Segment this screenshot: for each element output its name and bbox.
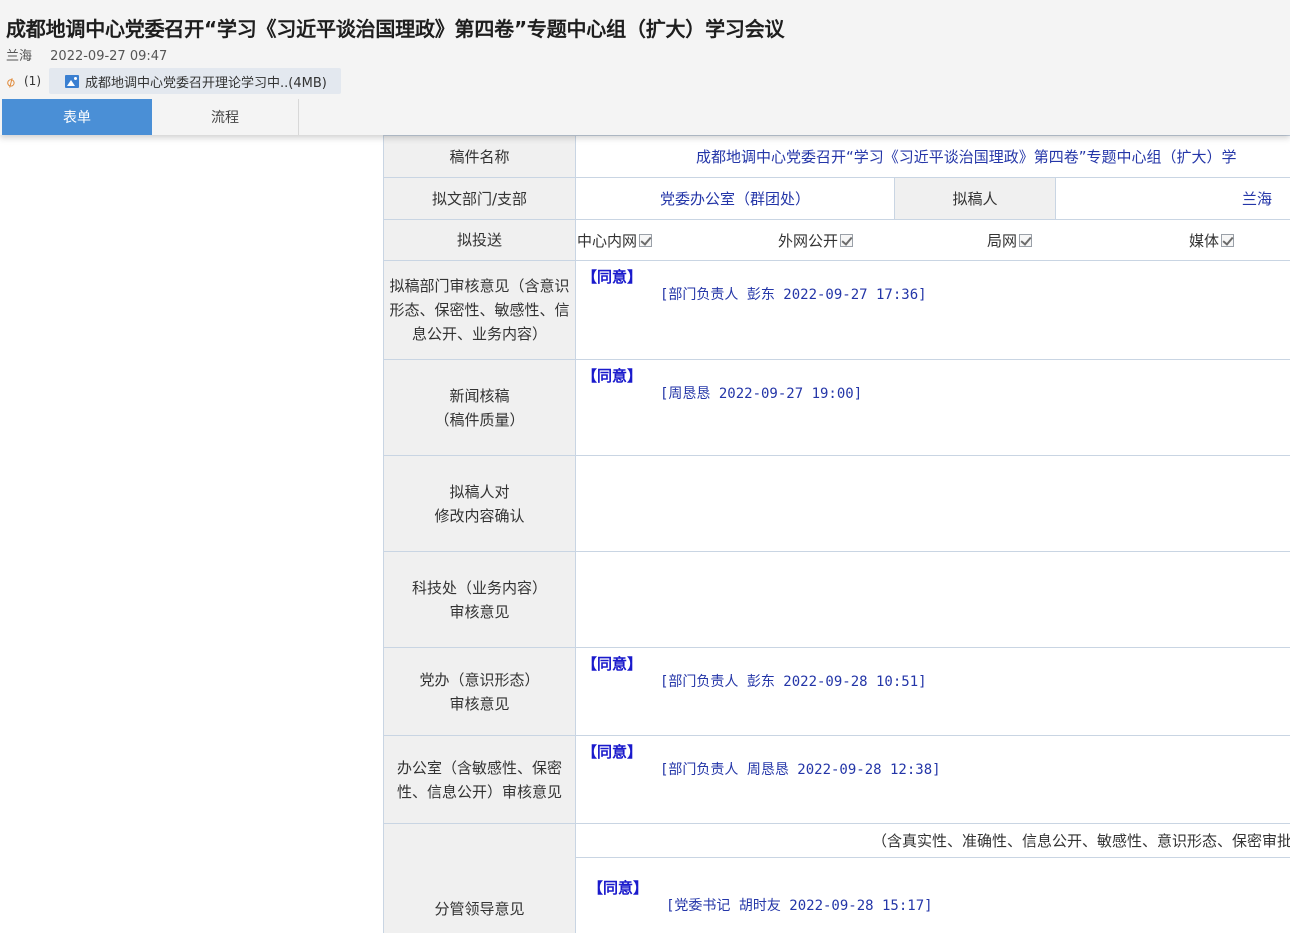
review-tech-opinion	[575, 551, 1290, 648]
department-value: 党委办公室（群团处）	[575, 177, 895, 220]
drafter-confirm-label: 拟稿人对 修改内容确认	[383, 455, 576, 552]
signature: [周恳恳 2022-09-27 19:00]	[660, 385, 863, 402]
signature: [党委书记 胡时友 2022-09-28 15:17]	[666, 897, 933, 914]
signature: [部门负责人 周恳恳 2022-09-28 12:38]	[660, 761, 941, 778]
review-dept-label: 拟稿部门审核意见（含意识形态、保密性、敏感性、信息公开、业务内容）	[383, 260, 576, 360]
document-header: 成都地调中心党委召开“学习《习近平谈治国理政》第四卷”专题中心组（扩大）学习会议…	[0, 0, 1290, 135]
drafter-label: 拟稿人	[894, 177, 1056, 220]
review-party-label: 党办（意识形态） 审核意见	[383, 647, 576, 736]
leader-review-note: （含真实性、准确性、信息公开、敏感性、意识形态、保密审批）	[871, 832, 1290, 850]
row-review-office: 办公室（含敏感性、保密性、信息公开）审核意见 【同意】 [部门负责人 周恳恳 2…	[383, 735, 1290, 824]
view-tabs: 表单 流程	[2, 99, 299, 135]
agree-mark: 【同意】	[582, 267, 643, 286]
department-label: 拟文部门/支部	[383, 177, 576, 220]
row-leader-note: 分管领导意见 （含真实性、准确性、信息公开、敏感性、意识形态、保密审批）	[383, 823, 1290, 933]
row-drafter-confirm: 拟稿人对 修改内容确认	[383, 455, 1290, 552]
attachment-file[interactable]: 成都地调中心党委召开理论学习中..(4MB)	[49, 68, 341, 94]
review-office-opinion: 【同意】 [部门负责人 周恳恳 2022-09-28 12:38]	[576, 737, 1290, 823]
image-file-icon	[65, 74, 79, 88]
send-option-bureau[interactable]: 局网	[987, 230, 1033, 251]
checkbox-checked-icon[interactable]	[840, 233, 854, 247]
title-label: 稿件名称	[383, 135, 576, 178]
row-review-party: 党办（意识形态） 审核意见 【同意】 [部门负责人 彭东 2022-09-28 …	[383, 647, 1290, 736]
document-title: 成都地调中心党委召开“学习《习近平谈治国理政》第四卷”专题中心组（扩大）学习会议	[6, 17, 785, 41]
agree-mark: 【同意】	[582, 654, 643, 673]
review-office-label: 办公室（含敏感性、保密性、信息公开）审核意见	[383, 735, 576, 824]
agree-mark: 【同意】	[582, 742, 643, 761]
author-name: 兰海	[6, 49, 33, 64]
review-form: 稿件名称 成都地调中心党委召开“学习《习近平谈治国理政》第四卷”专题中心组（扩大…	[383, 135, 1290, 933]
signature: [部门负责人 彭东 2022-09-28 10:51]	[660, 673, 927, 690]
attachment-file-name: 成都地调中心党委召开理论学习中..(4MB)	[85, 75, 327, 91]
send-option-intranet[interactable]: 中心内网	[577, 230, 653, 251]
publish-datetime: 2022-09-27 09:47	[50, 49, 168, 64]
tab-form[interactable]: 表单	[2, 99, 152, 135]
review-leader-label: 分管领导意见	[383, 823, 576, 933]
drafter-confirm-opinion	[575, 455, 1290, 552]
review-news-opinion: 【同意】 [周恳恳 2022-09-27 19:00]	[576, 361, 1290, 455]
review-party-opinion: 【同意】 [部门负责人 彭东 2022-09-28 10:51]	[576, 649, 1290, 735]
send-option-media[interactable]: 媒体	[1189, 230, 1235, 251]
row-review-news: 新闻核稿 （稿件质量） 【同意】 [周恳恳 2022-09-27 19:00]	[383, 359, 1290, 456]
review-form-table: 稿件名称 成都地调中心党委召开“学习《习近平谈治国理政》第四卷”专题中心组（扩大…	[383, 135, 1290, 933]
checkbox-checked-icon[interactable]	[1221, 233, 1235, 247]
review-dept-opinion: 【同意】 [部门负责人 彭东 2022-09-27 17:36]	[576, 262, 1290, 359]
drafter-value: 兰海	[1055, 177, 1290, 220]
send-option-public[interactable]: 外网公开	[778, 230, 854, 251]
row-title: 稿件名称 成都地调中心党委召开“学习《习近平谈治国理政》第四卷”专题中心组（扩大…	[383, 135, 1290, 178]
checkbox-checked-icon[interactable]	[639, 233, 653, 247]
agree-mark: 【同意】	[588, 878, 649, 897]
review-tech-label: 科技处（业务内容） 审核意见	[383, 551, 576, 648]
row-send-targets: 拟投送 中心内网 外网公开 局网 媒体	[383, 219, 1290, 261]
title-value: 成都地调中心党委召开“学习《习近平谈治国理政》第四卷”专题中心组（扩大）学	[696, 148, 1237, 166]
signature: [部门负责人 彭东 2022-09-27 17:36]	[660, 286, 927, 303]
tab-workflow[interactable]: 流程	[152, 99, 299, 135]
document-meta: 兰海 2022-09-27 09:47	[6, 45, 167, 64]
attachment-row: ⌀ (1) 成都地调中心党委召开理论学习中..(4MB)	[2, 68, 341, 94]
row-review-tech: 科技处（业务内容） 审核意见	[383, 551, 1290, 648]
send-options: 中心内网 外网公开 局网 媒体	[576, 230, 1290, 251]
agree-mark: 【同意】	[582, 366, 643, 385]
send-label: 拟投送	[383, 219, 576, 261]
paperclip-icon: ⌀	[2, 73, 19, 92]
row-review-dept: 拟稿部门审核意见（含意识形态、保密性、敏感性、信息公开、业务内容） 【同意】 […	[383, 260, 1290, 360]
checkbox-checked-icon[interactable]	[1019, 233, 1033, 247]
review-news-label: 新闻核稿 （稿件质量）	[383, 359, 576, 456]
row-department: 拟文部门/支部 党委办公室（群团处） 拟稿人 兰海	[383, 177, 1290, 220]
review-leader-opinion: 【同意】 [党委书记 胡时友 2022-09-28 15:17]	[576, 859, 1290, 933]
attachment-count: (1)	[24, 74, 41, 88]
